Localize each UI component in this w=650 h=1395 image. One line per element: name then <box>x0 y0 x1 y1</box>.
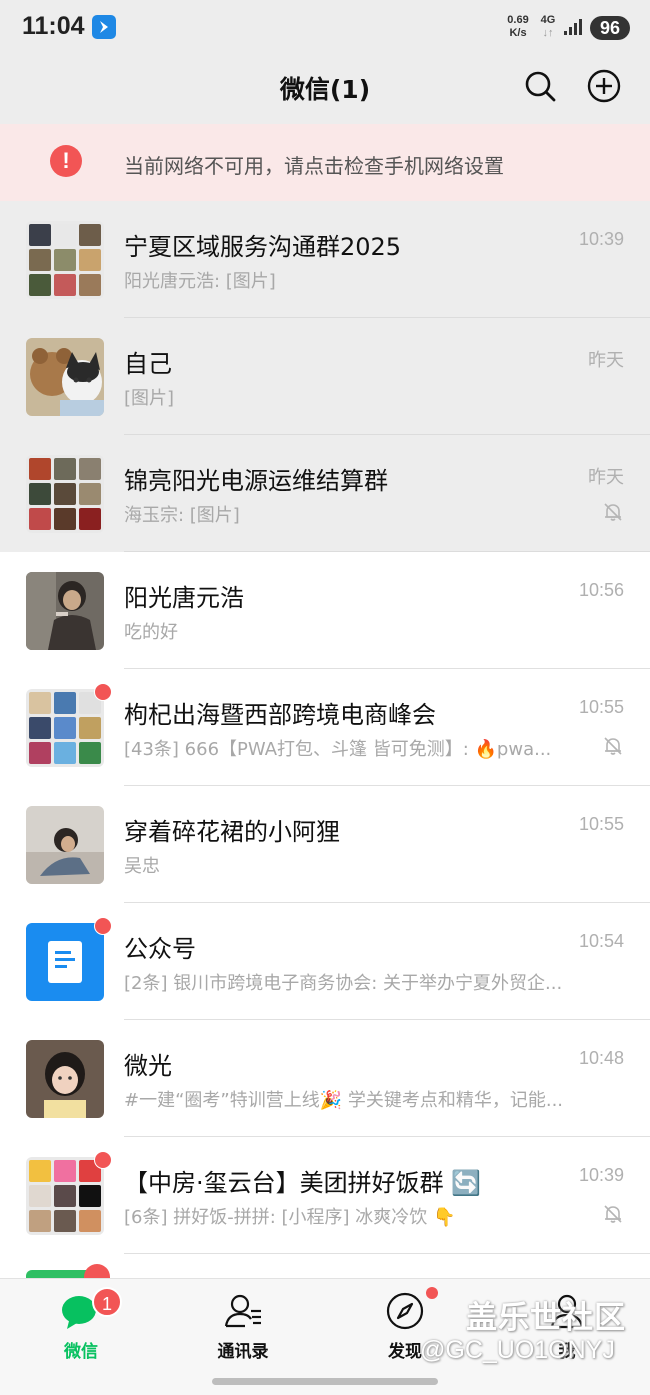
home-indicator[interactable] <box>212 1378 438 1385</box>
chat-name: 锦亮阳光电源运维结算群 <box>124 467 388 495</box>
search-button[interactable] <box>522 68 558 104</box>
chat-preview: 阳光唐元浩: [图片] <box>124 271 276 292</box>
battery-indicator: 96 <box>590 16 630 40</box>
chat-preview: [2条] 银川市跨境电子商务协会: 关于举办宁夏外贸企... <box>124 973 563 994</box>
network-speed-value: 0.69 <box>507 14 529 26</box>
chat-preview: [43条] 666【PWA打包、斗篷 皆可免测】: 🔥pwa... <box>124 739 552 760</box>
status-bar: 11:04 0.69 K/s 4G ↓↑ 96 <box>0 0 650 56</box>
chat-row[interactable]: 阳光唐元浩 吃的好 10:56 <box>0 552 650 669</box>
group-avatar <box>26 689 104 767</box>
network-speed: 0.69 K/s <box>503 14 533 40</box>
chat-preview: [图片] <box>124 388 175 409</box>
network-speed-unit: K/s <box>509 27 527 39</box>
group-avatar <box>26 221 104 299</box>
app-notification-icon <box>92 15 116 39</box>
watermark-handle: @GC_UO1ONYJ <box>420 1336 615 1364</box>
avatar <box>26 572 104 650</box>
unread-dot <box>94 683 112 701</box>
chat-name: 阳光唐元浩 <box>124 584 244 612</box>
chat-preview: #一建“圈考”特训营上线🎉 学关键考点和精华，记能... <box>124 1090 564 1111</box>
chat-time: 昨天 <box>588 467 624 487</box>
chat-name: 公众号 <box>124 935 196 963</box>
mute-bell-icon <box>604 737 622 755</box>
plus-circle-icon <box>587 69 621 103</box>
chat-name: 微光 <box>124 1052 172 1080</box>
chat-name: 宁夏区域服务沟通群2025 <box>124 233 402 261</box>
add-button[interactable] <box>586 68 622 104</box>
chat-time: 10:39 <box>578 229 624 249</box>
chat-preview: [6条] 拼好饭-拼拼: [小程序] 冰爽冷饮 👇 <box>124 1207 456 1228</box>
chat-row[interactable]: 微光 #一建“圈考”特训营上线🎉 学关键考点和精华，记能... 10:48 <box>0 1020 650 1137</box>
chat-time: 10:55 <box>578 697 624 717</box>
contacts-icon <box>224 1294 261 1328</box>
chat-time: 10:39 <box>578 1165 624 1185</box>
signal-icon <box>564 19 582 35</box>
official-accounts-avatar <box>26 923 104 1001</box>
chat-row[interactable]: 宁夏区域服务沟通群2025 阳光唐元浩: [图片] 10:39 <box>0 201 650 318</box>
chat-row[interactable]: 锦亮阳光电源运维结算群 海玉宗: [图片] 昨天 <box>0 435 650 552</box>
chat-row[interactable]: 枸杞出海暨西部跨境电商峰会 [43条] 666【PWA打包、斗篷 皆可免测】: … <box>0 669 650 786</box>
chat-name: 【中房·玺云台】美团拼好饭群 🔄 <box>124 1169 482 1197</box>
chat-preview: 吃的好 <box>124 622 178 643</box>
mute-bell-icon <box>604 503 622 521</box>
network-arrows: ↓↑ <box>542 27 554 39</box>
network-type-label: 4G <box>540 14 556 26</box>
divider <box>124 1253 650 1254</box>
network-warning-text: 当前网络不可用，请点击检查手机网络设置 <box>124 154 504 178</box>
unread-badge: 1 <box>92 1287 122 1317</box>
unread-dot <box>94 917 112 935</box>
tab-chats[interactable]: 1 微信 <box>0 1279 162 1369</box>
chat-time: 昨天 <box>588 350 624 370</box>
network-type: 4G ↓↑ <box>538 14 558 40</box>
compass-icon <box>386 1292 424 1330</box>
group-avatar <box>26 455 104 533</box>
status-time: 11:04 <box>22 12 85 40</box>
watermark-text: 盖乐世社区 <box>466 1300 626 1336</box>
chat-row[interactable]: 穿着碎花裙的小阿狸 吴忠 10:55 <box>0 786 650 903</box>
chat-row[interactable]: 自己 [图片] 昨天 <box>0 318 650 435</box>
chat-time: 10:54 <box>578 931 624 951</box>
chat-name: 枸杞出海暨西部跨境电商峰会 <box>124 701 436 729</box>
avatar <box>26 806 104 884</box>
group-avatar <box>26 1157 104 1235</box>
tab-label: 微信 <box>64 1342 98 1362</box>
chat-row[interactable]: 【中房·玺云台】美团拼好饭群 🔄 [6条] 拼好饭-拼拼: [小程序] 冰爽冷饮… <box>0 1137 650 1254</box>
chat-preview: 吴忠 <box>124 856 160 877</box>
chat-time: 10:48 <box>578 1048 624 1068</box>
avatar <box>26 338 104 416</box>
avatar <box>26 1040 104 1118</box>
chat-time: 10:55 <box>578 814 624 834</box>
header: 微信(1) <box>0 56 650 124</box>
document-icon <box>48 941 82 983</box>
tab-label: 通讯录 <box>217 1342 269 1362</box>
chat-preview: 海玉宗: [图片] <box>124 505 240 526</box>
tab-contacts[interactable]: 通讯录 <box>162 1279 324 1369</box>
notification-dot <box>426 1287 438 1299</box>
search-icon <box>525 71 556 102</box>
unread-dot <box>94 1151 112 1169</box>
mute-bell-icon <box>604 1205 622 1223</box>
chat-name: 穿着碎花裙的小阿狸 <box>124 818 340 846</box>
chat-time: 10:56 <box>578 580 624 600</box>
chat-row[interactable]: 公众号 [2条] 银川市跨境电子商务协会: 关于举办宁夏外贸企... 10:54 <box>0 903 650 1020</box>
warning-icon: ! <box>50 145 82 177</box>
chat-name: 自己 <box>124 350 172 378</box>
